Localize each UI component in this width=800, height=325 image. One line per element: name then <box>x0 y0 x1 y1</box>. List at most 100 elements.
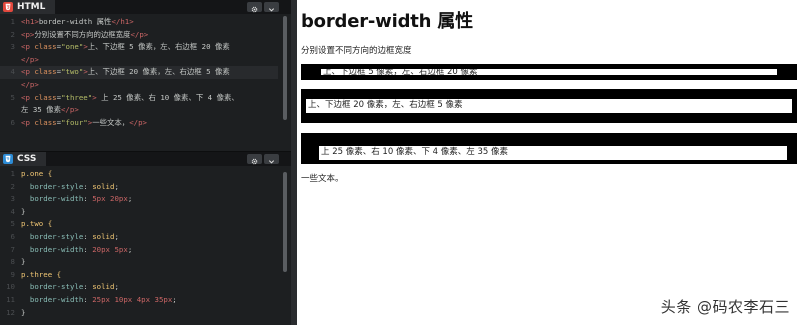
code-token: : <box>83 244 93 254</box>
preview-box-two: 上、下边框 20 像素，左、右边框 5 像素 <box>301 89 797 123</box>
code-line[interactable]: 6 <p class="four">一些文本，</p> <box>0 117 278 130</box>
code-line[interactable]: </p> <box>0 79 278 92</box>
html-scrollbar[interactable] <box>283 16 287 120</box>
code-text: <p>分别设置不同方向的边框宽度</p> <box>21 29 148 42</box>
code-token: p.three { <box>21 269 62 279</box>
code-text: </p> <box>21 54 39 67</box>
code-token: <p <box>21 117 35 127</box>
css-panel-header: CSS <box>0 152 291 166</box>
html-collapse-button[interactable] <box>264 2 279 12</box>
code-token: </p> <box>21 79 39 89</box>
css-collapse-button[interactable] <box>264 154 279 164</box>
code-token: solid <box>92 181 115 191</box>
html-panel-header: HTML <box>0 0 291 14</box>
code-token: border-width <box>21 294 84 304</box>
code-token: solid <box>92 231 115 241</box>
line-number: 10 <box>6 282 15 292</box>
code-line[interactable]: 3 border-width: 5px 20px; <box>0 193 278 206</box>
preview-box-three: 上 25 像素、右 10 像素、下 4 像素、左 35 像素 <box>301 133 797 164</box>
code-line[interactable]: 11 border-width: 25px 10px 4px 35px; <box>0 294 278 307</box>
code-token: class <box>34 117 57 127</box>
code-text: } <box>21 307 25 320</box>
code-line[interactable]: 4} <box>0 206 278 219</box>
code-text: <h1>border-width 属性</h1> <box>21 16 134 29</box>
css-code-area[interactable]: 1 p.one {2 border-style: solid; 3 border-w… <box>0 168 278 319</box>
code-text: <p class="one">上、下边框 5 像素，左、右边框 20 像素 <box>21 41 230 54</box>
code-token: : <box>83 282 93 292</box>
code-line[interactable]: 6 border-style: solid; <box>0 231 278 244</box>
css-settings-button[interactable] <box>247 154 262 164</box>
code-token: "three" <box>61 92 93 102</box>
html-settings-button[interactable] <box>247 2 262 12</box>
code-token: border-width 属性 <box>38 17 112 26</box>
code-text: <p class="four">一些文本，</p> <box>21 117 147 130</box>
code-text: border-width: 5px 20px; <box>21 193 132 206</box>
line-number: 4 <box>10 67 15 77</box>
line-number: 7 <box>10 244 15 254</box>
code-line[interactable]: 7 border-width: 20px 5px; <box>0 244 278 257</box>
css-tab-label: CSS <box>17 154 37 164</box>
code-token: : <box>83 294 93 304</box>
code-token: <p <box>21 42 35 52</box>
code-token: </p> <box>130 29 149 39</box>
code-token: : <box>83 194 93 204</box>
line-number: 1 <box>10 169 15 178</box>
code-line[interactable]: 12} <box>0 307 278 320</box>
code-line[interactable]: 5 <p class="three"> 上 25 像素、右 10 像素、下 4 像… <box>0 92 278 105</box>
code-token: 左 35 像素 <box>21 105 61 115</box>
code-line[interactable]: 10 border-style: solid; <box>0 281 278 294</box>
css-scrollbar[interactable] <box>283 172 287 272</box>
html-tab[interactable]: HTML <box>0 0 56 14</box>
code-line[interactable]: 8} <box>0 256 278 269</box>
code-token: } <box>21 307 26 317</box>
code-token: ; <box>127 244 133 254</box>
code-token: <h1> <box>21 17 39 26</box>
code-token: <p> <box>21 29 35 39</box>
line-number: 11 <box>6 294 15 304</box>
css-editor-panel: CSS 1 p.one {2 border-style: solid; 3 bord… <box>0 151 291 325</box>
html-tab-label: HTML <box>17 2 46 12</box>
gear-icon <box>251 150 258 169</box>
html-panel-controls <box>247 2 279 12</box>
code-line[interactable]: 3 <p class="one">上、下边框 5 像素，左、右边框 20 像素 <box>0 41 278 54</box>
code-text: border-style: solid; <box>21 181 119 194</box>
code-line[interactable]: 4 <p class="two">上、下边框 20 像素，左、右边框 5 像素 <box>0 66 278 79</box>
code-token: border-style <box>21 282 84 292</box>
code-token: p.one { <box>21 169 53 178</box>
code-text: } <box>21 206 25 219</box>
html-editor-panel: HTML 1 <h1>border-width 属性</h1> 2 <p>分别设置不同… <box>0 0 291 151</box>
html5-icon <box>3 2 13 12</box>
code-line[interactable]: 1 p.one { <box>0 168 278 181</box>
code-line[interactable]: </p> <box>0 54 278 67</box>
code-token: </h1> <box>111 17 134 26</box>
code-line[interactable]: 1 <h1>border-width 属性</h1> <box>0 16 278 29</box>
line-number: 6 <box>10 231 15 241</box>
line-number: 3 <box>10 194 15 204</box>
line-number: 3 <box>10 42 15 52</box>
code-line[interactable]: 5 p.two { <box>0 218 278 231</box>
code-text: border-width: 25px 10px 4px 35px; <box>21 294 177 307</box>
code-line[interactable]: 9 p.three { <box>0 269 278 282</box>
code-token: 上、下边框 20 像素，左、右边框 5 像素 <box>87 67 230 77</box>
line-number: 9 <box>10 269 15 279</box>
code-line[interactable]: 左 35 像素</p> <box>0 104 278 117</box>
line-number: 1 <box>10 17 15 26</box>
code-token: } <box>21 257 26 267</box>
html-code-area[interactable]: 1 <h1>border-width 属性</h1> 2 <p>分别设置不同方向的边框… <box>0 16 278 129</box>
preview-intro: 分别设置不同方向的边框宽度 <box>301 46 412 56</box>
code-line[interactable]: 2 border-style: solid; <box>0 181 278 194</box>
line-number: 4 <box>10 206 15 216</box>
line-number: 8 <box>10 257 15 267</box>
code-text: <p class="two">上、下边框 20 像素，左、右边框 5 像素 <box>21 66 230 79</box>
css-tab[interactable]: CSS <box>0 152 47 166</box>
code-token: solid <box>92 282 115 292</box>
preview-box-one: 上、下边框 5 像素，左、右边框 20 像素 <box>301 64 797 80</box>
code-token: p.two { <box>21 219 53 229</box>
code-token: class <box>34 67 57 77</box>
code-line[interactable]: 2 <p>分别设置不同方向的边框宽度</p> <box>0 29 278 42</box>
code-text: p.three { <box>21 269 61 282</box>
line-number: 2 <box>10 29 15 39</box>
line-number: 2 <box>10 181 15 191</box>
code-token: border-width <box>21 244 84 254</box>
code-token: : <box>83 181 93 191</box>
